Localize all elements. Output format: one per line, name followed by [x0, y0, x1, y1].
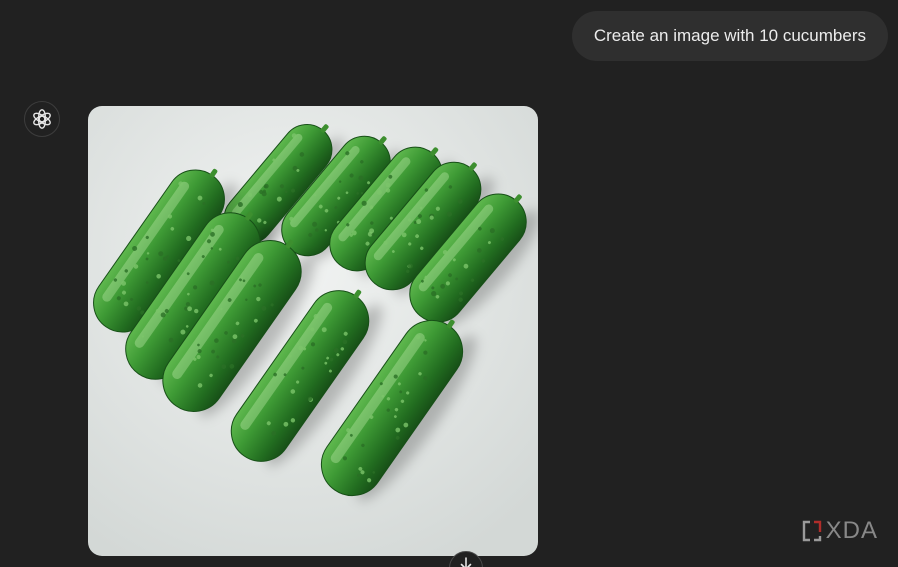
user-message-bubble: Create an image with 10 cucumbers [571, 11, 888, 61]
user-message-text: Create an image with 10 cucumbers [593, 26, 866, 45]
arrow-down-icon [460, 557, 472, 567]
watermark-text: XDA [825, 517, 878, 544]
xda-logo-icon [802, 520, 822, 542]
xda-watermark: XDA [802, 517, 878, 545]
chat-page: Create an image with 10 cucumbers XDA [0, 0, 898, 567]
generated-cucumber-image[interactable] [88, 106, 538, 556]
openai-logo-icon [24, 101, 60, 137]
